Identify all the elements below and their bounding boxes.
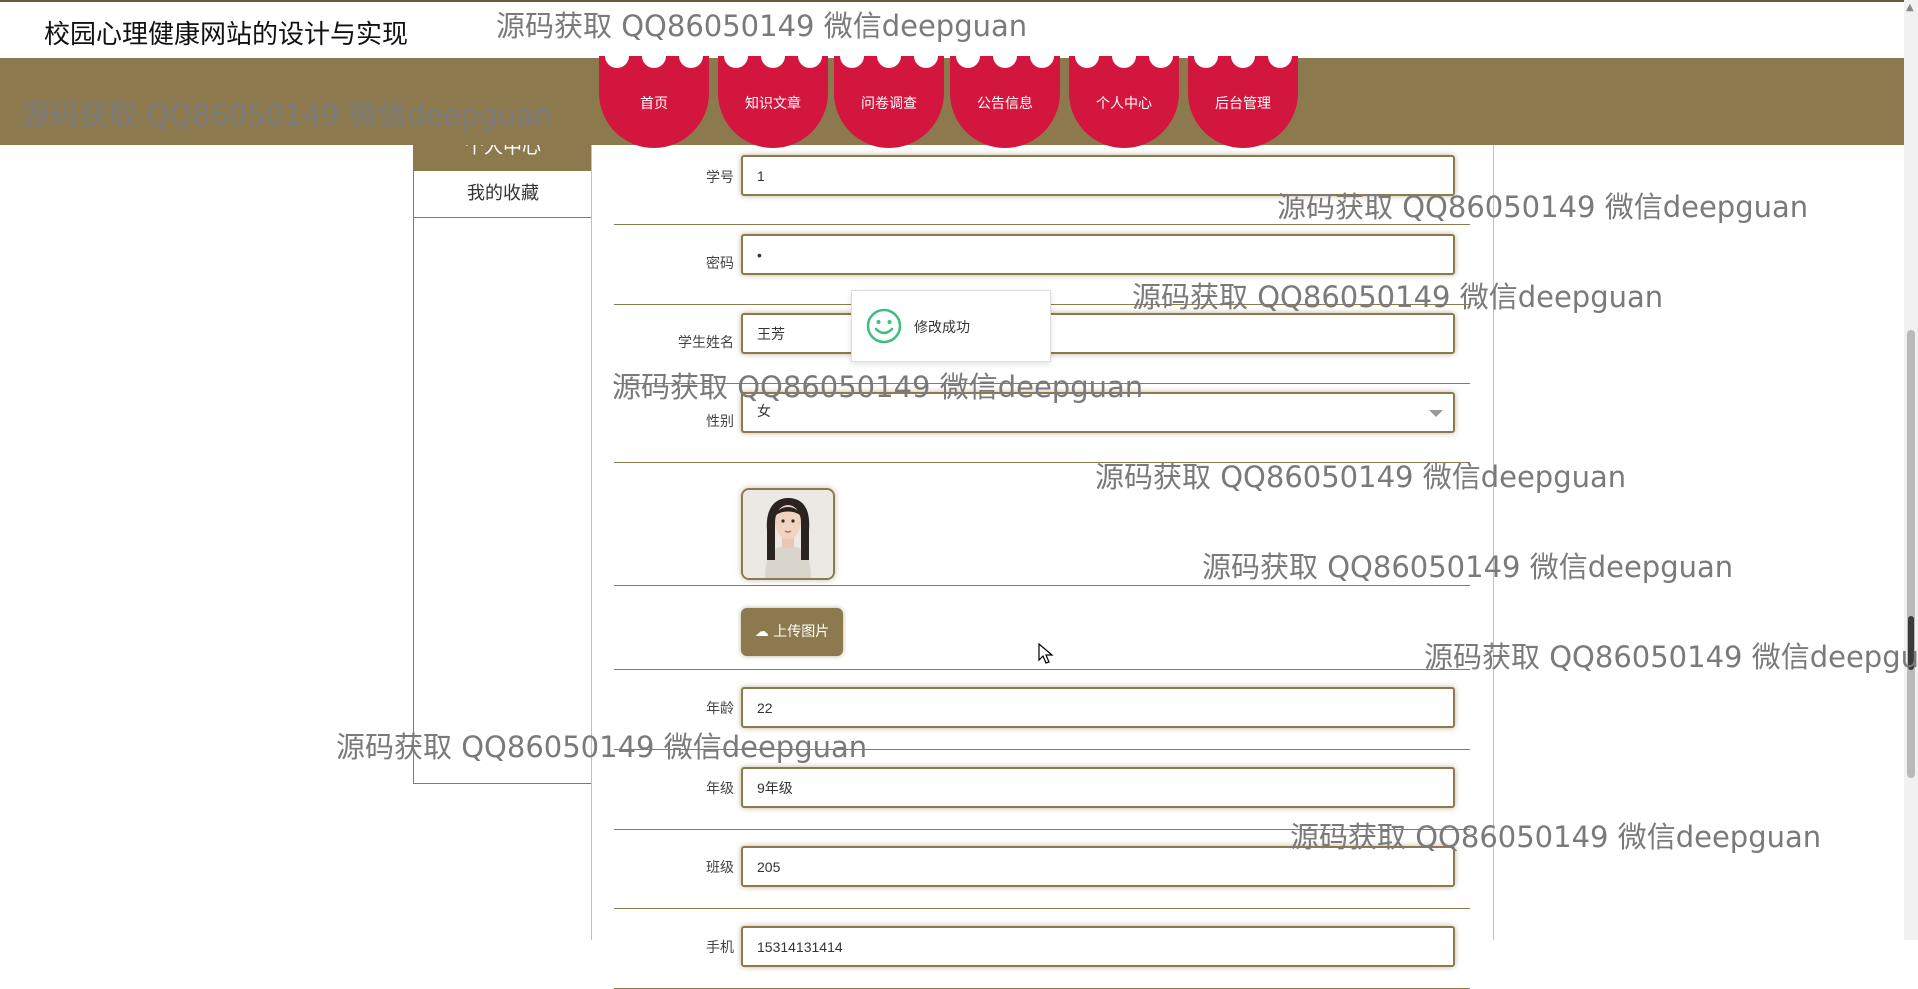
main-nav: 首页 知识文章 问卷调查 公告信息 个人中心 后台管理 (0, 56, 1904, 148)
form-row-phone: 手机 (614, 909, 1470, 989)
page-scrollbar[interactable]: ▲ (1904, 0, 1918, 940)
scallop-decoration (1194, 56, 1292, 68)
mouse-cursor-icon (1038, 643, 1054, 664)
chevron-down-icon (1429, 410, 1443, 417)
smile-icon (866, 308, 902, 344)
scallop-decoration (605, 56, 703, 68)
upload-button-label: 上传图片 (773, 624, 830, 640)
field-label: 性别 (706, 414, 734, 430)
nav-item-home[interactable]: 首页 (599, 56, 709, 148)
field-label: 学号 (706, 170, 734, 186)
gender-select-value: 女 (757, 404, 771, 420)
student-name-input[interactable] (741, 313, 1455, 354)
cloud-upload-icon: ☁ (754, 624, 769, 640)
form-row-photo (614, 462, 1470, 586)
phone-input[interactable] (741, 926, 1455, 967)
nav-item-label: 首页 (640, 96, 668, 112)
nav-item-profile[interactable]: 个人中心 (1069, 56, 1179, 148)
nav-item-survey[interactable]: 问卷调查 (834, 56, 944, 148)
nav-item-label: 问卷调查 (861, 96, 917, 112)
form-row-student-id: 学号 (614, 145, 1470, 225)
nav-item-label: 后台管理 (1215, 96, 1271, 112)
scrollbar-thumb[interactable] (1907, 330, 1915, 778)
nav-item-label: 公告信息 (977, 96, 1033, 112)
student-id-input[interactable] (741, 155, 1455, 196)
portrait-image (743, 490, 833, 578)
field-label: 班级 (706, 860, 734, 876)
scallop-decoration (1075, 56, 1173, 68)
form-row-age: 年龄 (614, 670, 1470, 750)
grade-input[interactable] (741, 767, 1455, 808)
field-label: 年龄 (706, 701, 734, 717)
form-row-gender: 性别 女 (614, 383, 1470, 463)
gender-select[interactable]: 女 (741, 392, 1455, 433)
nav-item-label: 知识文章 (745, 96, 801, 112)
success-toast: 修改成功 (851, 290, 1051, 362)
field-label: 年级 (706, 781, 734, 797)
watermark: 源码获取 QQ86050149 微信deepguan (1424, 640, 1918, 674)
scallop-decoration (956, 56, 1054, 68)
toast-message: 修改成功 (914, 320, 970, 336)
field-label: 学生姓名 (678, 335, 734, 351)
scrollbar-grip[interactable] (1908, 616, 1914, 670)
form-row-grade: 年级 (614, 750, 1470, 830)
field-label: 密码 (706, 256, 734, 272)
nav-item-articles[interactable]: 知识文章 (718, 56, 828, 148)
scallop-decoration (840, 56, 938, 68)
scallop-decoration (724, 56, 822, 68)
nav-item-admin[interactable]: 后台管理 (1188, 56, 1298, 148)
age-input[interactable] (741, 687, 1455, 728)
form-row-class: 班级 (614, 829, 1470, 909)
password-input[interactable] (741, 234, 1455, 275)
scroll-up-arrow-icon[interactable]: ▲ (1906, 2, 1914, 13)
sidebar-item-favorites[interactable]: 我的收藏 (414, 171, 592, 218)
avatar (741, 488, 835, 580)
nav-item-label: 个人中心 (1096, 96, 1152, 112)
upload-image-button[interactable]: ☁ 上传图片 (741, 608, 843, 656)
field-label: 手机 (706, 940, 734, 956)
nav-item-announcements[interactable]: 公告信息 (950, 56, 1060, 148)
title-bar: 校园心理健康网站的设计与实现 (0, 2, 1904, 58)
class-input[interactable] (741, 846, 1455, 887)
sidebar-heading: 个人中心 (414, 145, 592, 171)
profile-form: 学号 密码 学生姓名 性别 女 (591, 145, 1494, 989)
site-title: 校园心理健康网站的设计与实现 (44, 20, 409, 50)
sidebar: 个人中心 我的收藏 (413, 145, 593, 784)
